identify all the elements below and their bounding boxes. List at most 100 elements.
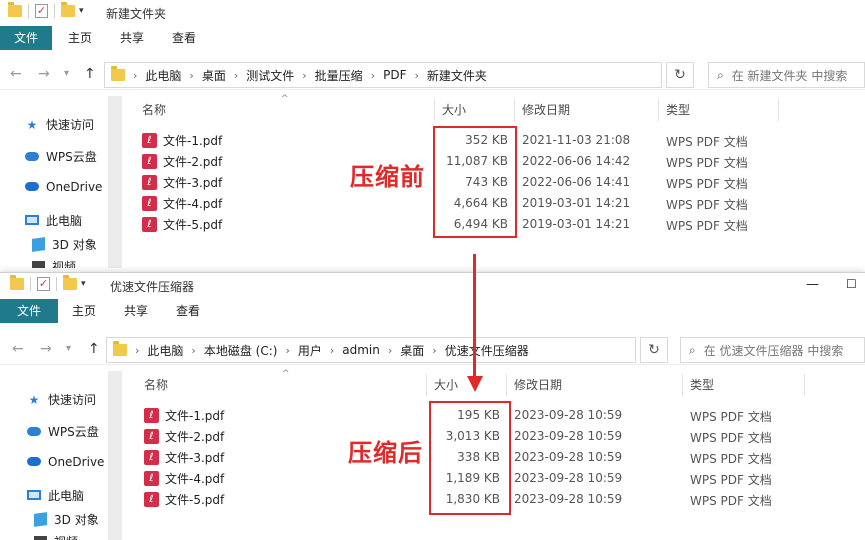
breadcrumb-item[interactable]: 桌面	[202, 67, 226, 84]
column-header-date[interactable]: 修改日期	[514, 374, 562, 396]
back-arrow-icon[interactable]: ←	[12, 341, 24, 357]
column-divider[interactable]	[426, 374, 427, 396]
column-divider[interactable]	[434, 99, 435, 121]
column-header-size[interactable]: 大小	[434, 374, 458, 396]
forward-arrow-icon[interactable]: →	[38, 66, 50, 82]
up-arrow-icon[interactable]: ↑	[84, 66, 96, 82]
nav-videos[interactable]: 视频	[30, 258, 76, 268]
column-divider[interactable]	[778, 99, 779, 121]
minimize-icon[interactable]: —	[806, 277, 819, 292]
tab-file[interactable]: 文件	[0, 299, 58, 323]
tab-share[interactable]: 共享	[110, 26, 154, 50]
folder-icon[interactable]	[8, 2, 22, 17]
new-folder-icon[interactable]	[61, 2, 75, 17]
up-arrow-icon[interactable]: ↑	[88, 341, 100, 357]
file-name: 文件-3.pdf	[163, 176, 223, 190]
crumb-separator: ›	[191, 343, 196, 357]
file-date: 2023-09-28 10:59	[514, 471, 623, 485]
breadcrumb-item[interactable]: PDF	[383, 68, 406, 82]
window-title: 新建文件夹	[106, 7, 167, 21]
comparison-arrow-icon	[467, 376, 483, 392]
tab-home[interactable]: 主页	[58, 26, 102, 50]
breadcrumb-item[interactable]: 本地磁盘 (C:)	[204, 342, 278, 359]
ribbon-tabs: 文件 主页 共享 查看	[0, 299, 865, 323]
search-placeholder: 在 优速文件压缩器 中搜索	[703, 343, 844, 358]
properties-icon[interactable]: ✓	[37, 277, 50, 291]
nav-3d-objects[interactable]: 3D 对象	[32, 511, 99, 528]
breadcrumb-item[interactable]: admin	[342, 343, 380, 357]
column-header-date[interactable]: 修改日期	[522, 99, 570, 121]
pdf-file-icon: ℓ	[142, 133, 157, 148]
search-icon: ⌕	[689, 342, 696, 357]
nav-videos[interactable]: 视频	[32, 533, 78, 540]
chevron-down-icon[interactable]: ▾	[81, 279, 86, 289]
divider	[30, 277, 31, 291]
ribbon-tabs: 文件 主页 共享 查看	[0, 26, 865, 50]
properties-icon[interactable]: ✓	[35, 4, 48, 18]
tab-file[interactable]: 文件	[0, 26, 52, 50]
breadcrumb-item[interactable]: 批量压缩	[315, 67, 363, 84]
tab-home[interactable]: 主页	[62, 299, 106, 323]
search-icon: ⌕	[717, 67, 724, 82]
breadcrumb-item[interactable]: 此电脑	[147, 342, 183, 359]
recent-chevron-icon[interactable]: ▾	[64, 68, 69, 79]
file-date: 2019-03-01 14:21	[522, 196, 631, 210]
search-input[interactable]: ⌕ 在 优速文件压缩器 中搜索	[680, 337, 865, 363]
sort-caret-icon: ^	[281, 94, 289, 104]
tab-view[interactable]: 查看	[166, 299, 210, 323]
file-name: 文件-5.pdf	[165, 493, 225, 507]
video-icon	[32, 535, 48, 540]
breadcrumb-item[interactable]: 优速文件压缩器	[445, 342, 529, 359]
column-divider[interactable]	[506, 374, 507, 396]
maximize-icon[interactable]: ☐	[846, 277, 857, 291]
column-header-name[interactable]: 名称	[144, 374, 168, 396]
pdf-file-icon: ℓ	[144, 492, 159, 507]
column-header-size[interactable]: 大小	[442, 99, 466, 121]
breadcrumb-item[interactable]: 测试文件	[246, 67, 294, 84]
column-divider[interactable]	[682, 374, 683, 396]
chevron-down-icon[interactable]: ▾	[79, 6, 84, 16]
refresh-icon[interactable]: ↻	[640, 337, 668, 363]
tab-share[interactable]: 共享	[114, 299, 158, 323]
search-input[interactable]: ⌕ 在 新建文件夹 中搜索	[708, 62, 865, 88]
highlight-box-before	[433, 126, 517, 238]
file-type: WPS PDF 文档	[666, 135, 748, 149]
column-header-type[interactable]: 类型	[666, 99, 690, 121]
column-header-type[interactable]: 类型	[690, 374, 714, 396]
file-name: 文件-1.pdf	[163, 134, 223, 148]
recent-chevron-icon[interactable]: ▾	[66, 343, 71, 354]
crumb-separator: ›	[133, 68, 138, 82]
column-header-name[interactable]: 名称	[142, 99, 166, 121]
file-type: WPS PDF 文档	[690, 410, 772, 424]
file-date: 2023-09-28 10:59	[514, 429, 623, 443]
address-row: ← → ▾ ↑ › 此电脑 › 桌面 › 测试文件 › 批量压缩 › PDF ›…	[0, 58, 865, 90]
file-type: WPS PDF 文档	[690, 494, 772, 508]
file-date: 2023-09-28 10:59	[514, 450, 623, 464]
column-divider[interactable]	[658, 99, 659, 121]
new-folder-icon[interactable]	[63, 275, 77, 290]
crumb-separator: ›	[233, 68, 239, 82]
title-bar: ✓ ▾ 新建文件夹	[0, 0, 865, 26]
nav-label: 3D 对象	[54, 513, 99, 527]
highlight-box-after	[429, 401, 511, 515]
forward-arrow-icon[interactable]: →	[40, 341, 52, 357]
column-divider[interactable]	[804, 374, 805, 396]
back-arrow-icon[interactable]: ←	[10, 66, 22, 82]
breadcrumb-item[interactable]: 用户	[298, 342, 322, 359]
breadcrumb-item[interactable]: 此电脑	[145, 67, 181, 84]
nav-label: 视频	[52, 260, 77, 268]
file-name: 文件-4.pdf	[165, 472, 225, 486]
video-icon	[30, 260, 46, 268]
pdf-file-icon: ℓ	[144, 429, 159, 444]
nav-3d-objects[interactable]: 3D 对象	[30, 236, 97, 253]
tab-view[interactable]: 查看	[162, 26, 206, 50]
refresh-icon[interactable]: ↻	[666, 62, 694, 88]
cube-icon	[32, 511, 48, 527]
breadcrumb-item[interactable]: 新建文件夹	[427, 67, 487, 84]
breadcrumb-item[interactable]: 桌面	[400, 342, 424, 359]
folder-icon[interactable]	[10, 275, 24, 290]
nav-label: 视频	[54, 533, 78, 540]
column-divider[interactable]	[514, 99, 515, 121]
address-bar[interactable]: › 此电脑 › 桌面 › 测试文件 › 批量压缩 › PDF › 新建文件夹	[104, 62, 662, 88]
address-bar[interactable]: › 此电脑 › 本地磁盘 (C:) › 用户 › admin › 桌面 › 优速…	[106, 337, 636, 363]
